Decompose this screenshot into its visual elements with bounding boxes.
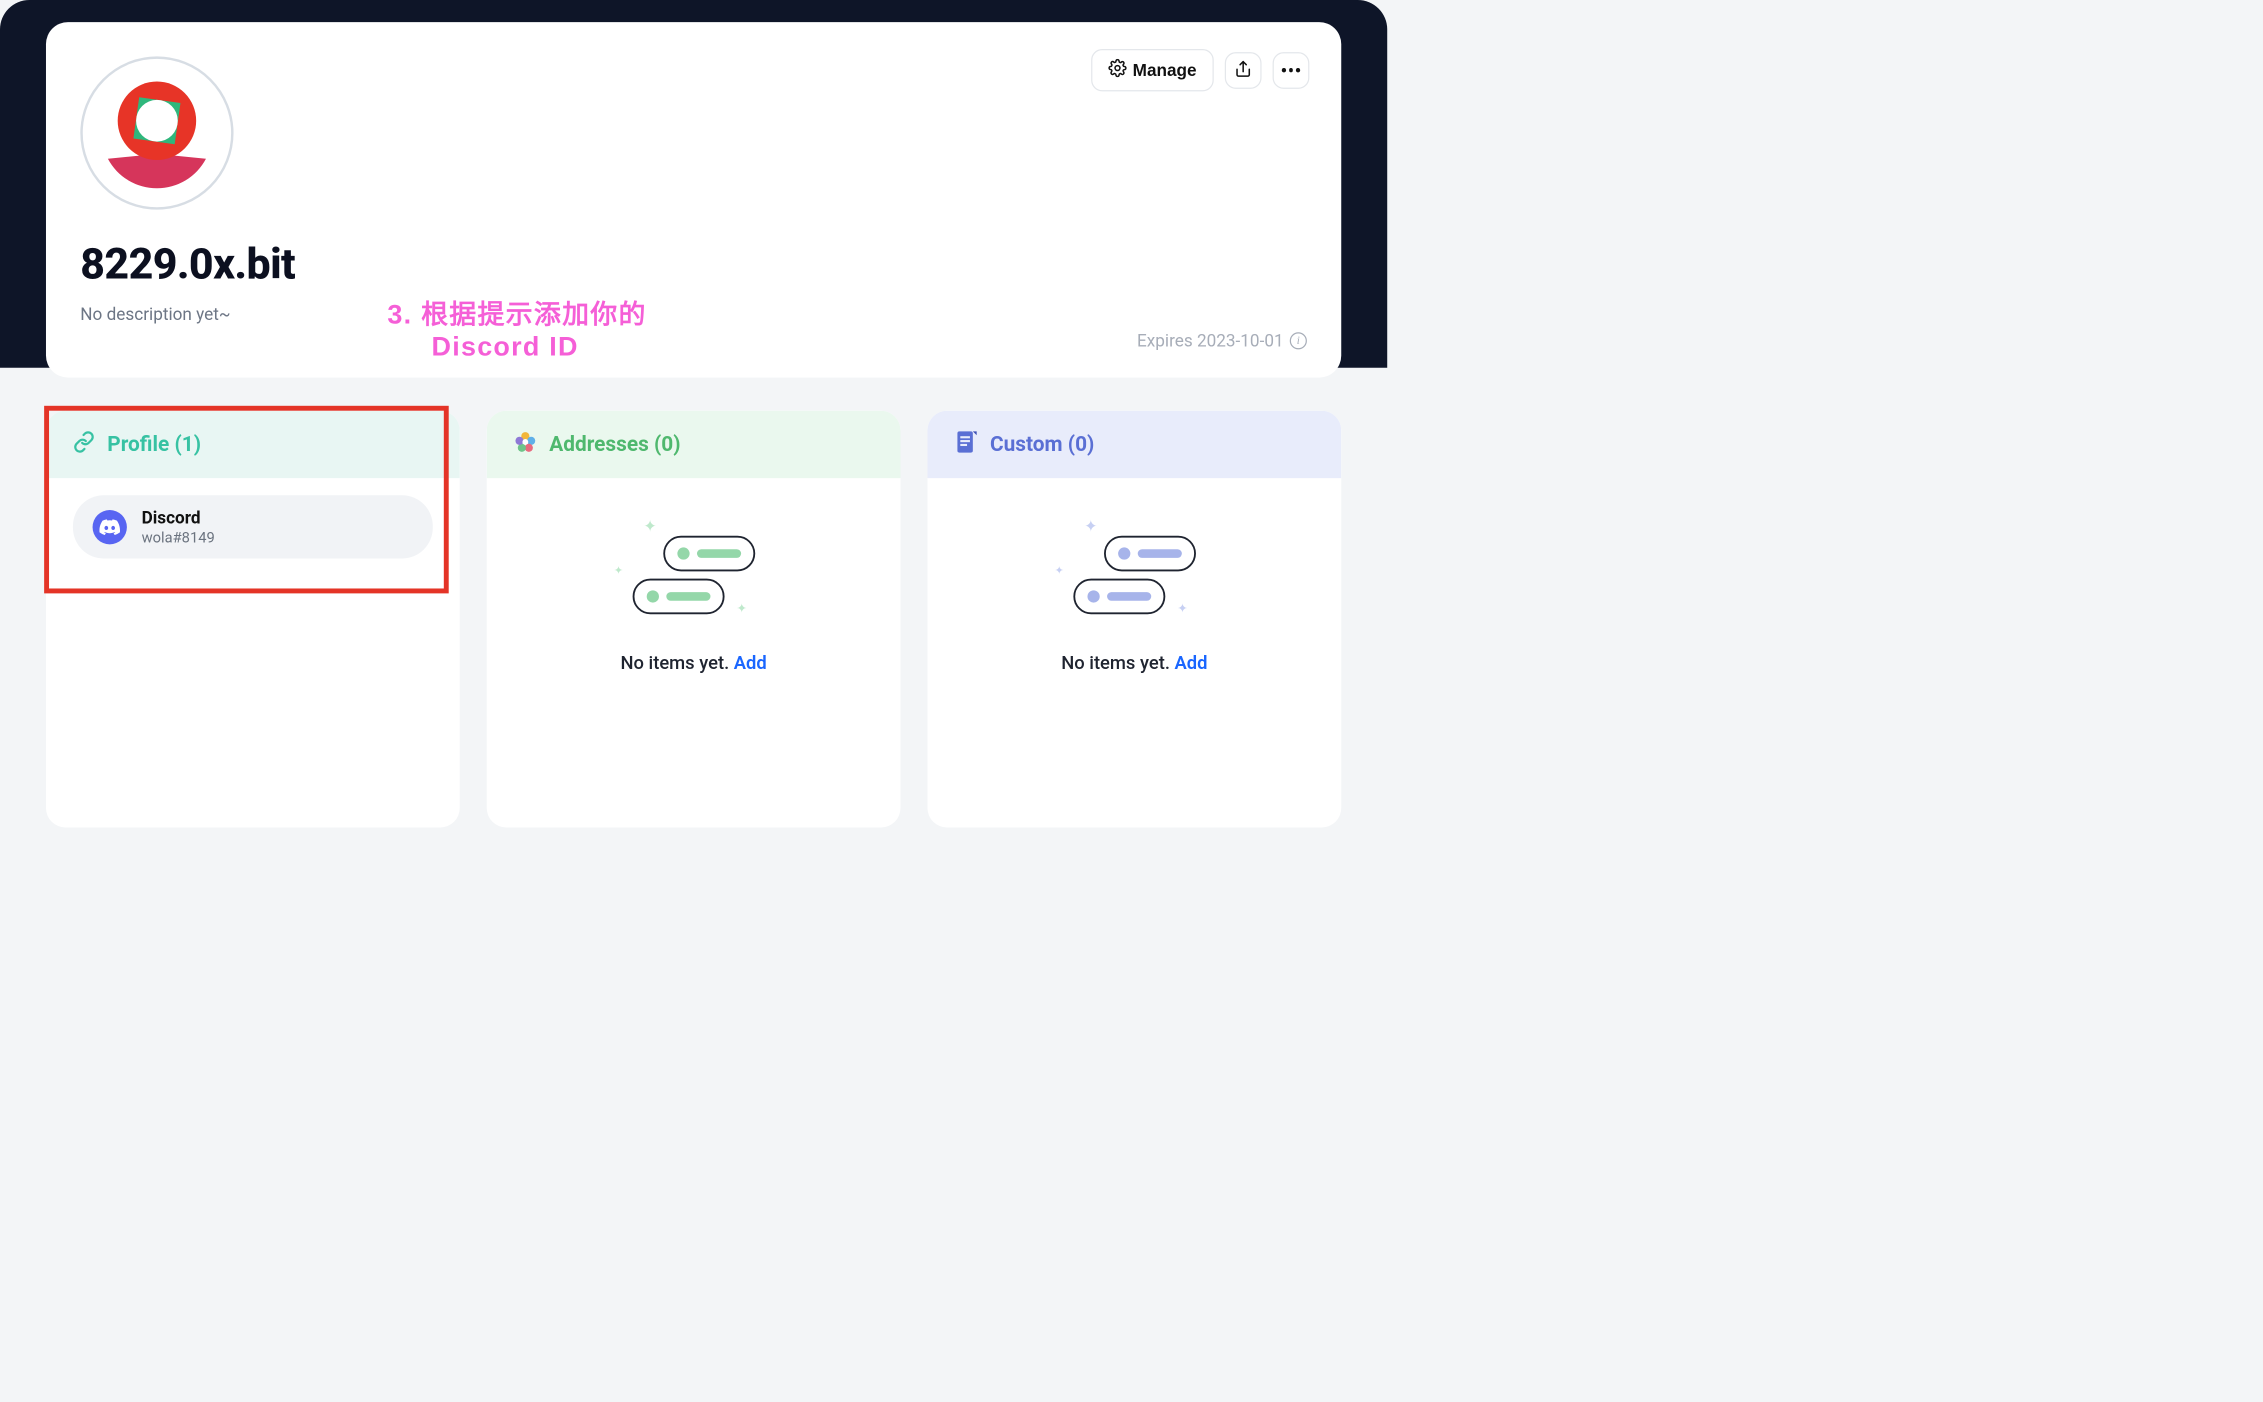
- flower-icon: [514, 430, 537, 459]
- custom-section-title: Custom (0): [990, 432, 1094, 457]
- addresses-empty-illustration: ✦ ✦ ✦: [614, 521, 773, 625]
- annotation-line2: Discord ID: [387, 331, 646, 363]
- top-actions-row: Manage: [1091, 49, 1309, 91]
- custom-empty-state: ✦ ✦ ✦ No items yet. Add: [927, 478, 1341, 674]
- manage-button-label: Manage: [1133, 60, 1197, 80]
- profile-header-card: Manage 8229.0x: [46, 22, 1341, 378]
- share-icon: [1234, 60, 1252, 80]
- profile-description: No description yet~: [80, 304, 1307, 324]
- document-icon: [954, 428, 977, 460]
- share-button[interactable]: [1225, 52, 1262, 89]
- manage-button[interactable]: Manage: [1091, 49, 1214, 91]
- custom-empty-illustration: ✦ ✦ ✦: [1055, 521, 1214, 625]
- addresses-empty-text: No items yet. Add: [620, 652, 766, 673]
- annotation-overlay: 3. 根据提示添加你的 Discord ID: [387, 299, 646, 363]
- avatar: [80, 56, 233, 209]
- custom-empty-text: No items yet. Add: [1061, 652, 1207, 673]
- profile-item-discord[interactable]: Discord wola#8149: [73, 495, 433, 558]
- profile-section-header: Profile (1): [46, 411, 460, 478]
- expires-label: Expires 2023-10-01 i: [1137, 330, 1307, 350]
- more-button[interactable]: [1273, 52, 1310, 89]
- custom-section-header: Custom (0): [927, 411, 1341, 478]
- addresses-section-card: Addresses (0) ✦ ✦ ✦ No items yet. Add: [487, 411, 901, 828]
- addresses-empty-state: ✦ ✦ ✦ No items yet. Add: [487, 478, 901, 674]
- custom-section-card: Custom (0) ✦ ✦ ✦ No items yet. Add: [927, 411, 1341, 828]
- custom-noitems-text: No items yet.: [1061, 652, 1170, 673]
- profile-section-title: Profile (1): [107, 432, 201, 457]
- more-icon: [1282, 68, 1300, 73]
- info-icon[interactable]: i: [1290, 332, 1307, 349]
- addresses-section-title: Addresses (0): [549, 432, 680, 457]
- profile-name: 8229.0x.bit: [80, 239, 1307, 289]
- sections-row: Profile (1) Discord wola#8149: [46, 411, 1341, 828]
- gear-icon: [1108, 59, 1126, 82]
- custom-add-link[interactable]: Add: [1175, 652, 1208, 673]
- profile-item-label: Discord: [142, 508, 215, 528]
- addresses-add-link[interactable]: Add: [734, 652, 767, 673]
- expires-text: Expires 2023-10-01: [1137, 330, 1284, 350]
- discord-icon: [93, 510, 127, 544]
- profile-item-value: wola#8149: [142, 529, 215, 546]
- annotation-line1: 3. 根据提示添加你的: [387, 299, 646, 331]
- link-icon: [73, 431, 95, 459]
- profile-section-card: Profile (1) Discord wola#8149: [46, 411, 460, 828]
- addresses-noitems-text: No items yet.: [620, 652, 729, 673]
- addresses-section-header: Addresses (0): [487, 411, 901, 478]
